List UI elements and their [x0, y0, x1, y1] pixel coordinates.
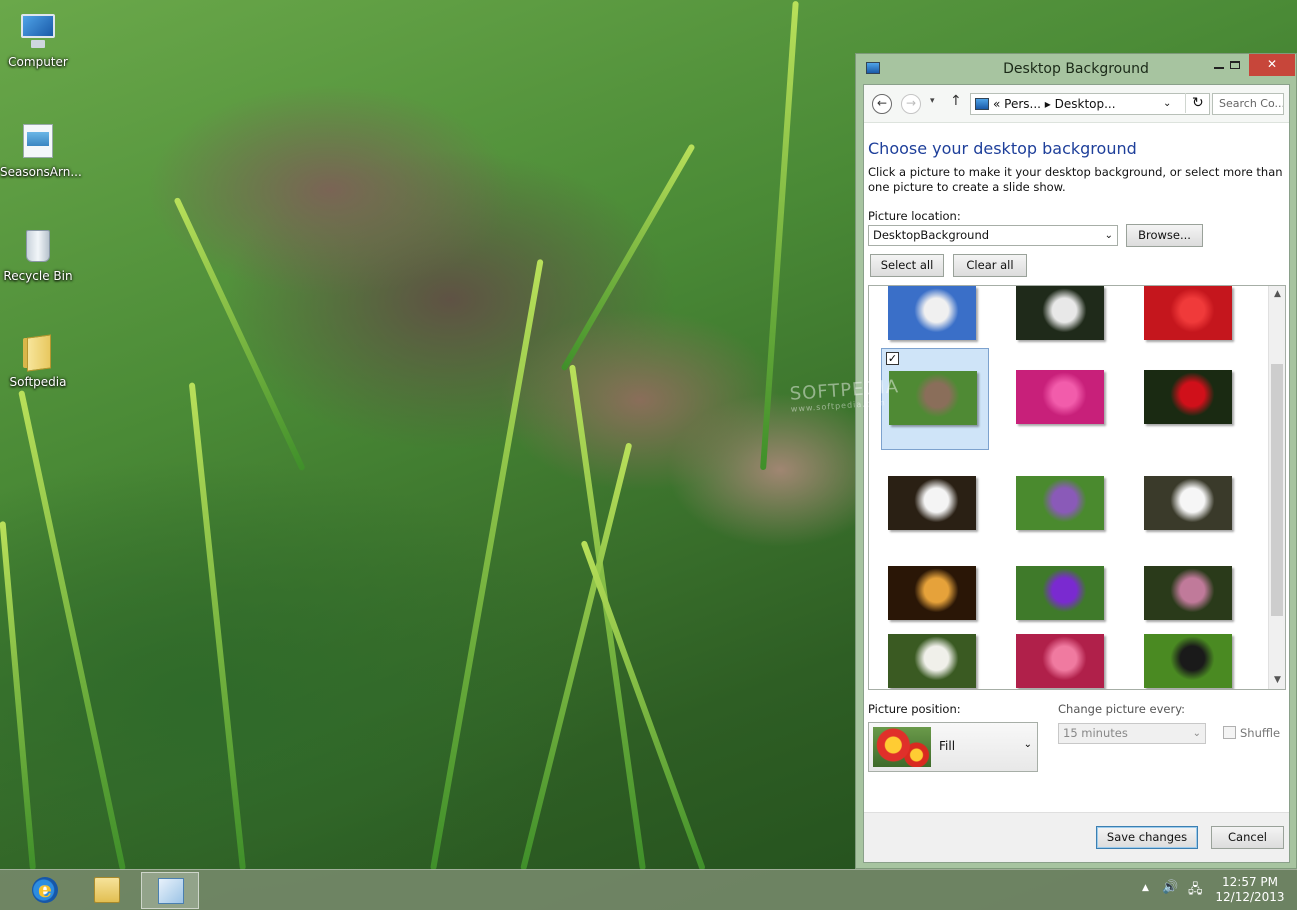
refresh-icon[interactable]: ↻ — [1185, 93, 1204, 113]
gallery-thumbnail[interactable] — [881, 464, 989, 566]
chevron-down-icon: ⌄ — [1023, 739, 1032, 750]
recycle-bin-icon — [17, 226, 59, 266]
desktop-icon-computer[interactable]: Computer — [0, 12, 76, 69]
browse-button[interactable]: Browse... — [1126, 224, 1203, 247]
shuffle-checkbox[interactable]: Shuffle — [1223, 726, 1280, 740]
desktop-icon-label: Softpedia — [9, 375, 67, 389]
seasons-theme-icon — [17, 122, 59, 162]
picture-position-dropdown[interactable]: Fill ⌄ — [868, 722, 1038, 772]
picture-location-dropdown[interactable]: DesktopBackground ⌄ — [868, 225, 1118, 246]
picture-location-value: DesktopBackground — [873, 228, 990, 242]
scroll-down-button[interactable]: ▼ — [1269, 672, 1285, 689]
taskbar-control-panel[interactable] — [141, 872, 199, 909]
forward-button[interactable]: → — [901, 94, 921, 114]
up-one-level-button[interactable]: ↑ — [950, 93, 962, 109]
picture-location-label: Picture location: — [868, 209, 961, 223]
picture-gallery: ✓ ▲ ▼ — [868, 285, 1286, 690]
search-input[interactable]: Search Co... — [1212, 93, 1284, 115]
gallery-thumbnail[interactable] — [1137, 286, 1245, 380]
gallery-thumbnail[interactable] — [1137, 554, 1245, 656]
picture-position-label: Picture position: — [868, 702, 961, 716]
title-bar[interactable]: Desktop Background ✕ — [856, 54, 1296, 84]
thumbnail-image-white-blossoms — [888, 476, 976, 530]
taskbar-internet-explorer[interactable]: e — [16, 872, 74, 909]
gallery-thumbnail[interactable] — [1137, 464, 1245, 566]
gallery-thumbnail[interactable] — [1009, 554, 1117, 656]
clear-all-button[interactable]: Clear all — [953, 254, 1027, 277]
scroll-up-button[interactable]: ▲ — [1269, 286, 1285, 303]
shuffle-label: Shuffle — [1240, 726, 1281, 740]
position-preview-image — [873, 727, 931, 767]
system-clock[interactable]: 12:57 PM 12/12/2013 — [1212, 875, 1288, 905]
control-panel-icon — [975, 98, 989, 110]
cancel-button[interactable]: Cancel — [1211, 826, 1284, 849]
gallery-thumbnail[interactable] — [1009, 464, 1117, 566]
navigation-bar: ← → ▾ ↑ « Pers... ▸ Desktop... ⌄ ↻ Searc… — [864, 85, 1289, 123]
taskbar: e ▲ 🔊 🖧 12:57 PM 12/12/2013 — [0, 869, 1297, 910]
show-hidden-icons-chevron-icon[interactable]: ▲ — [1142, 883, 1149, 893]
save-changes-button[interactable]: Save changes — [1096, 826, 1198, 849]
checkbox-box[interactable] — [1223, 726, 1236, 739]
gallery-thumbnail[interactable] — [1009, 286, 1117, 380]
close-button[interactable]: ✕ — [1249, 54, 1295, 76]
maximize-button[interactable] — [1222, 54, 1248, 76]
thumbnail-image-white-flower-dark — [1016, 286, 1104, 340]
change-picture-every-label: Change picture every: — [1058, 702, 1186, 716]
desktop-icon-recycle-bin[interactable]: Recycle Bin — [0, 226, 76, 283]
thumbnail-image-white-anemone — [1144, 476, 1232, 530]
picture-position-value: Fill — [939, 739, 956, 753]
select-all-button[interactable]: Select all — [870, 254, 944, 277]
thumbnail-image-purple-flowers-meadow — [1016, 476, 1104, 530]
address-bar[interactable]: « Pers... ▸ Desktop... ⌄ ↻ — [970, 93, 1210, 115]
recent-locations-chevron-icon[interactable]: ▾ — [930, 96, 935, 106]
thumbnail-image-pink-wildflowers — [1144, 566, 1232, 620]
thumbnail-image-white-daisy-blue-sky — [888, 286, 976, 340]
clock-date: 12/12/2013 — [1215, 890, 1285, 904]
chevron-down-icon: ⌄ — [1104, 230, 1113, 241]
maximize-icon — [1230, 60, 1240, 69]
clock-time: 12:57 PM — [1222, 875, 1278, 889]
change-picture-every-value: 15 minutes — [1063, 726, 1128, 740]
thumbnail-image-purple-cornflower — [1016, 566, 1104, 620]
gallery-thumbnail[interactable] — [881, 554, 989, 656]
scrollbar-thumb[interactable] — [1271, 364, 1283, 616]
gallery-scrollbar[interactable]: ▲ ▼ — [1268, 286, 1285, 689]
desktop-icon-label: Computer — [8, 55, 68, 69]
breadcrumb[interactable]: « Pers... ▸ Desktop... — [993, 94, 1116, 114]
internet-explorer-icon: e — [32, 877, 58, 903]
desktop-icon-label: SeasonsArn... — [0, 165, 82, 179]
control-panel-icon — [158, 878, 184, 904]
thumbnail-image-red-dahlia — [1144, 286, 1232, 340]
gallery-thumbnail[interactable] — [881, 286, 989, 380]
folder-icon — [17, 332, 59, 372]
network-icon[interactable]: 🖧 — [1188, 880, 1203, 902]
address-history-chevron-icon[interactable]: ⌄ — [1163, 94, 1171, 114]
computer-icon — [17, 12, 59, 52]
page-description: Click a picture to make it your desktop … — [868, 165, 1283, 194]
desktop-icon-label: Recycle Bin — [3, 269, 73, 283]
thumbnail-image-orange-mushrooms — [888, 566, 976, 620]
folder-icon — [94, 877, 120, 903]
desktop-background-window: Desktop Background ✕ ← → ▾ ↑ « Pers... ▸… — [855, 53, 1297, 869]
volume-icon[interactable]: 🔊 — [1162, 880, 1178, 895]
chevron-down-icon: ⌄ — [1192, 728, 1201, 739]
back-button[interactable]: ← — [872, 94, 892, 114]
window-client-area: ← → ▾ ↑ « Pers... ▸ Desktop... ⌄ ↻ Searc… — [863, 84, 1290, 863]
page-title: Choose your desktop background — [868, 139, 1137, 158]
desktop-icon-softpedia[interactable]: Softpedia — [0, 332, 76, 389]
change-picture-every-dropdown[interactable]: 15 minutes ⌄ — [1058, 723, 1206, 744]
desktop-icon-seasons[interactable]: SeasonsArn... — [0, 122, 82, 179]
taskbar-file-explorer[interactable] — [78, 872, 136, 909]
dialog-footer: Save changes Cancel — [864, 812, 1289, 862]
